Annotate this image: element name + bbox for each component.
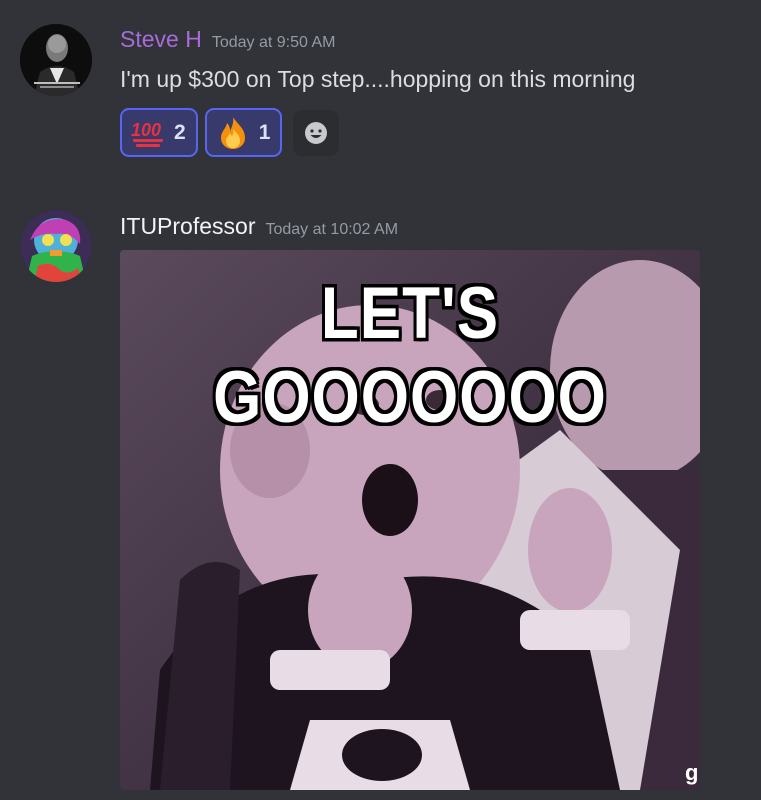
reactions-bar: 100 2 1: [120, 108, 340, 157]
chat-message-list: Steve H Today at 9:50 AM I'm up $300 on …: [0, 0, 761, 800]
gif-attachment[interactable]: g LET'S GOOOOOOO: [120, 250, 700, 790]
timestamp: Today at 10:02 AM: [265, 221, 399, 238]
avatar-steve-h[interactable]: [20, 24, 92, 96]
avatar-ituprofessor[interactable]: [20, 210, 92, 282]
message-steve-h: Steve H Today at 9:50 AM I'm up $300 on …: [0, 18, 761, 178]
timestamp: Today at 9:50 AM: [211, 34, 336, 51]
reaction-fire[interactable]: 1: [204, 108, 283, 157]
gif-caption: LET'S GOOOOOOO: [213, 273, 607, 439]
message-text: I'm up $300 on Top step....hopping on th…: [120, 66, 636, 92]
message-header: Steve H Today at 9:50 AM: [120, 26, 335, 53]
avatar-steve-h-image: [20, 24, 92, 96]
message-ituprofessor: ITUProfessor Today at 10:02 AM g LET'S G…: [0, 205, 761, 800]
reaction-count: 2: [174, 120, 186, 144]
reaction-count: 1: [258, 120, 271, 144]
avatar-ituprofessor-image: [20, 210, 92, 282]
smiley-icon: [305, 121, 328, 144]
message-header: ITUProfessor Today at 10:02 AM: [120, 213, 398, 240]
svg-text:100: 100: [131, 120, 161, 140]
username[interactable]: ITUProfessor: [120, 213, 255, 240]
hundred-points-icon: 100: [130, 116, 166, 150]
svg-text:g: g: [685, 760, 698, 785]
username[interactable]: Steve H: [120, 26, 202, 53]
fire-icon: [215, 116, 251, 150]
add-reaction-button[interactable]: [293, 109, 340, 156]
reaction-hundred-points[interactable]: 100 2: [120, 108, 198, 157]
